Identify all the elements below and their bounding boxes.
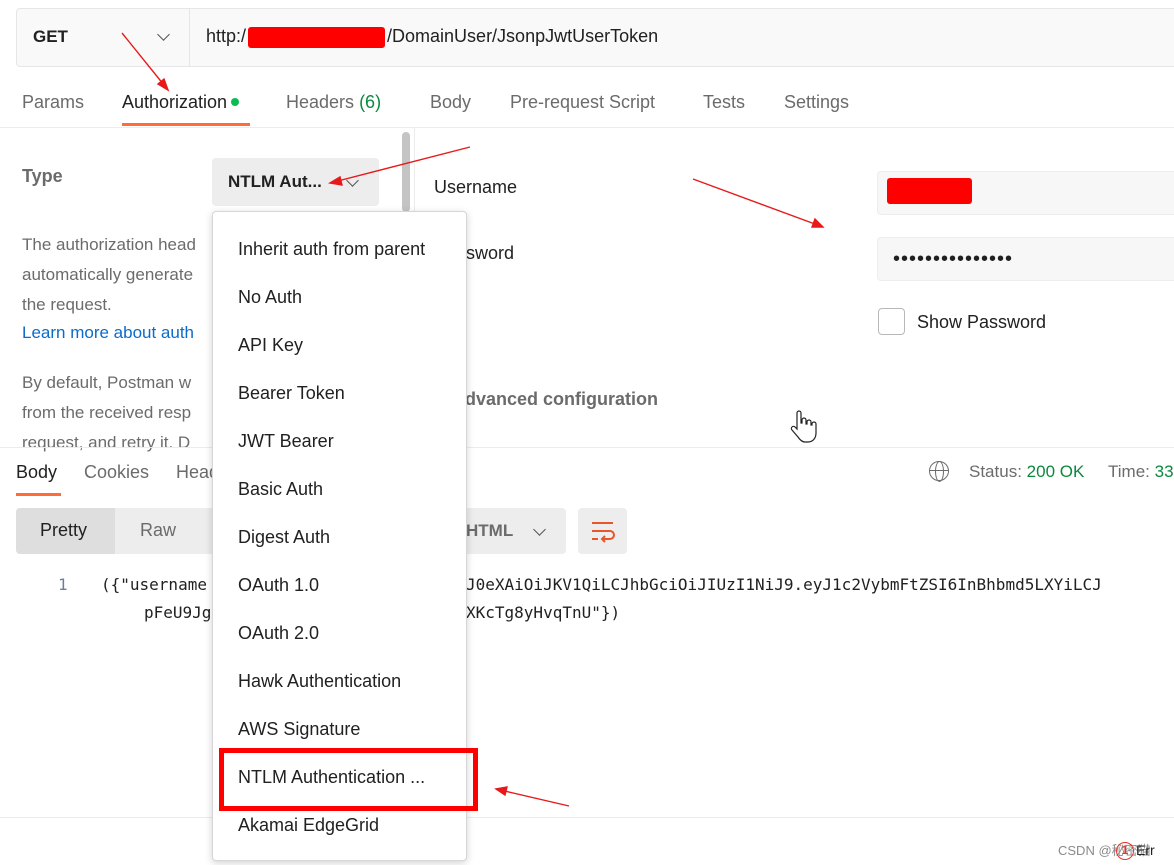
annotation-arrowhead: [156, 77, 170, 92]
annotation-arrowhead: [328, 175, 343, 186]
annotation-arrow: [692, 178, 824, 228]
annotation-arrow: [495, 788, 570, 807]
annotation-arrow: [329, 146, 471, 184]
hand-cursor-icon: [790, 410, 817, 443]
annotation-arrowhead: [494, 786, 508, 797]
annotation-arrowhead: [810, 217, 825, 228]
annotation-arrows: [121, 32, 825, 807]
